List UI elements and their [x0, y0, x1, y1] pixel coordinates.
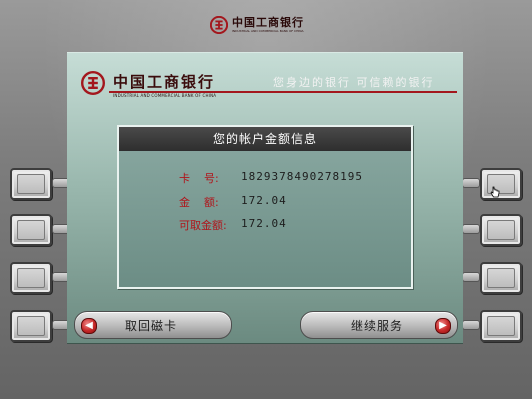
top-bank-logo: 中国工商银行 INDUSTRIAL AND COMMERCIAL BANK OF… — [210, 12, 320, 38]
left-function-button-4[interactable] — [10, 310, 52, 342]
card-number-label: 卡 号: — [179, 172, 219, 185]
atm-frame: 中国工商银行 INDUSTRIAL AND COMMERCIAL BANK OF… — [0, 0, 532, 399]
bank-name-english: INDUSTRIAL AND COMMERCIAL BANK OF CHINA — [113, 93, 217, 98]
icbc-emblem-icon — [210, 16, 228, 34]
continue-service-label: 继续服务 — [351, 319, 404, 333]
top-logo-english: INDUSTRIAL AND COMMERCIAL BANK OF CHINA — [232, 28, 304, 33]
top-logo-chinese: 中国工商银行 — [232, 15, 304, 29]
right-connector-2 — [462, 224, 480, 234]
right-function-button-1[interactable] — [480, 168, 522, 200]
right-connector-4 — [462, 320, 480, 330]
continue-service-button[interactable]: 继续服务 ▶ — [300, 311, 458, 339]
available-label: 可取金额: — [179, 219, 227, 232]
left-function-button-2[interactable] — [10, 214, 52, 246]
left-function-button-1[interactable] — [10, 168, 52, 200]
arrow-right-icon: ▶ — [435, 318, 451, 334]
account-info-panel: 您的帐户金额信息 卡 号: 1829378490278195 金 额: 172.… — [117, 125, 413, 289]
right-function-button-3[interactable] — [480, 262, 522, 294]
balance-value: 172.04 — [241, 194, 287, 207]
right-connector-1 — [462, 178, 480, 188]
bank-slogan: 您身边的银行 可信赖的银行 — [273, 76, 435, 89]
atm-screen: 中国工商银行 INDUSTRIAL AND COMMERCIAL BANK OF… — [67, 52, 463, 344]
left-function-button-3[interactable] — [10, 262, 52, 294]
balance-label: 金 额: — [179, 196, 219, 209]
bank-header: 中国工商银行 INDUSTRIAL AND COMMERCIAL BANK OF… — [81, 69, 457, 105]
info-panel-title: 您的帐户金额信息 — [119, 127, 411, 151]
bank-name-chinese: 中国工商银行 — [113, 73, 216, 91]
return-card-button[interactable]: ◀ 取回磁卡 — [74, 311, 232, 339]
available-value: 172.04 — [241, 217, 287, 230]
card-number-value: 1829378490278195 — [241, 170, 363, 183]
right-function-button-2[interactable] — [480, 214, 522, 246]
arrow-left-icon: ◀ — [81, 318, 97, 334]
return-card-label: 取回磁卡 — [125, 319, 178, 333]
hand-cursor-icon — [490, 186, 500, 198]
icbc-emblem-icon — [81, 71, 105, 95]
right-connector-3 — [462, 272, 480, 282]
right-function-button-4[interactable] — [480, 310, 522, 342]
